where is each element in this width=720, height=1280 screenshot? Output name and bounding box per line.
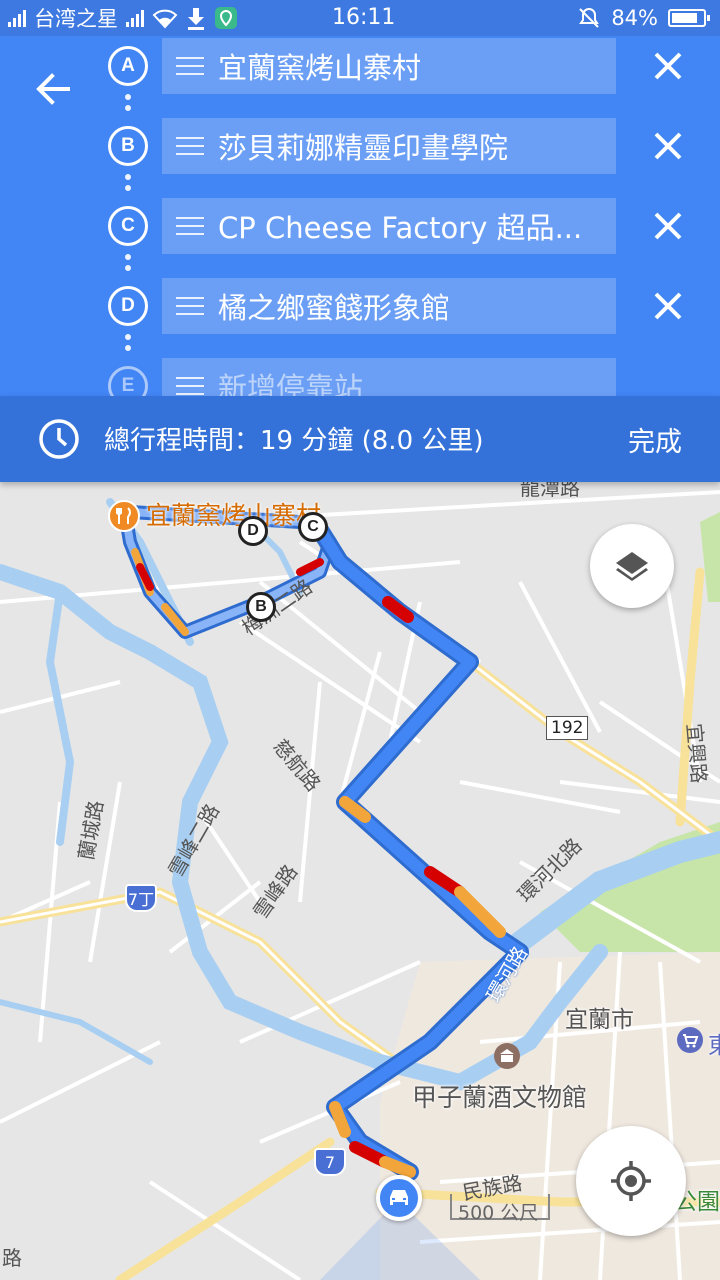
add-stop-field[interactable]: 新增停靠站 [162, 358, 616, 396]
status-bar: 台湾之星 16:11 84% [0, 0, 720, 36]
city-label: 宜蘭市 [565, 1007, 634, 1033]
battery-percent: 84% [611, 6, 658, 30]
directions-panel: A 宜蘭窯烤山寨村 B 莎貝莉娜精靈印畫學院 C CP Cheese Facto… [0, 36, 720, 396]
status-right: 84% [577, 4, 710, 32]
drag-handle-icon[interactable] [162, 198, 218, 254]
clock-icon [39, 419, 79, 459]
stop-field-a[interactable]: 宜蘭窯烤山寨村 [162, 38, 616, 94]
road-label: 龍潭路 [520, 482, 580, 500]
close-icon[interactable] [644, 202, 692, 250]
location-app-icon [215, 7, 237, 29]
stop-name-c: CP Cheese Factory 超品... [218, 211, 583, 245]
stop-row-c: C CP Cheese Factory 超品... [0, 196, 720, 276]
battery-icon [668, 9, 710, 27]
crosshair-icon [611, 1161, 651, 1201]
restaurant-icon[interactable] [108, 500, 140, 532]
wifi-icon [152, 9, 178, 29]
stop-field-d[interactable]: 橘之鄉蜜餞形象館 [162, 278, 616, 334]
stop-field-c[interactable]: CP Cheese Factory 超品... [162, 198, 616, 254]
stop-letter-e: E [108, 366, 148, 396]
route-7-shield: 7 [314, 1148, 346, 1176]
stop-connector-dots [125, 94, 131, 111]
car-icon [390, 1190, 408, 1205]
route-marker-c[interactable]: C [298, 512, 328, 542]
status-left: 台湾之星 [8, 4, 238, 32]
route-summary-bar: 總行程時間：19 分鐘 (8.0 公里) 完成 [0, 396, 720, 482]
done-button[interactable]: 完成 [628, 420, 682, 459]
stop-connector-dots [125, 254, 131, 271]
drag-handle-icon[interactable] [162, 278, 218, 334]
museum-icon[interactable] [493, 1042, 521, 1070]
stop-row-b: B 莎貝莉娜精靈印畫學院 [0, 116, 720, 196]
layers-icon [616, 552, 648, 581]
drag-handle-icon[interactable] [162, 38, 218, 94]
poi-museum-label[interactable]: 甲子蘭酒文物館 [412, 1078, 587, 1114]
battery-fill [672, 13, 698, 23]
close-icon[interactable] [644, 122, 692, 170]
my-location-marker[interactable] [376, 1175, 422, 1221]
download-icon [188, 8, 204, 30]
stop-name-a: 宜蘭窯烤山寨村 [218, 51, 422, 85]
shopping-cart-icon[interactable] [676, 1026, 704, 1054]
store-label: 東 [708, 1033, 720, 1059]
signal-icon [8, 9, 26, 27]
layers-button[interactable] [590, 524, 674, 608]
stop-row-d: D 橘之鄉蜜餞形象館 [0, 276, 720, 356]
map-view[interactable]: 龍潭路 梅洲二路 慈航路 蘭城路 雪峰二路 雪峰路 環河北路 環河路 宜興路 民… [0, 482, 720, 1280]
stop-connector-dots [125, 334, 131, 351]
poi-restaurant-label[interactable]: 宜蘭窯烤山寨村 [146, 496, 321, 532]
stop-name-b: 莎貝莉娜精靈印畫學院 [218, 131, 509, 165]
stop-field-b[interactable]: 莎貝莉娜精靈印畫學院 [162, 118, 616, 174]
close-icon[interactable] [644, 282, 692, 330]
route-marker-d[interactable]: D [238, 516, 268, 546]
status-time: 16:11 [332, 5, 396, 30]
drag-handle-icon[interactable] [162, 118, 218, 174]
add-stop-placeholder: 新增停靠站 [218, 371, 364, 396]
carrier-name: 台湾之星 [34, 7, 118, 31]
signal-icon-2 [126, 9, 144, 27]
stop-row-add: E 新增停靠站 [0, 356, 720, 396]
stop-letter-b: B [108, 126, 148, 166]
close-icon[interactable] [644, 42, 692, 90]
route-7ding-shield: 7丁 [125, 884, 157, 912]
stop-name-d: 橘之鄉蜜餞形象館 [218, 291, 451, 325]
total-trip-time: 總行程時間：19 分鐘 (8.0 公里) [104, 426, 484, 456]
stop-letter-d: D [108, 286, 148, 326]
stop-letter-a: A [108, 46, 148, 86]
route-marker-b[interactable]: B [246, 592, 276, 622]
stop-connector-dots [125, 174, 131, 191]
bell-muted-icon [579, 7, 600, 28]
route-192-shield: 192 [546, 716, 589, 740]
scale-label: 500 公尺 [458, 1202, 539, 1224]
drag-handle-icon [162, 358, 218, 396]
my-location-button[interactable] [576, 1126, 686, 1236]
app-root: 台湾之星 16:11 84% A 宜蘭窯烤山寨村 B 莎貝莉娜精靈印畫學院 C … [0, 0, 720, 1280]
stop-letter-c: C [108, 206, 148, 246]
road-label: 路 [2, 1246, 22, 1270]
stop-row-a: A 宜蘭窯烤山寨村 [0, 36, 720, 116]
road-label: 宜興路 [682, 722, 712, 785]
